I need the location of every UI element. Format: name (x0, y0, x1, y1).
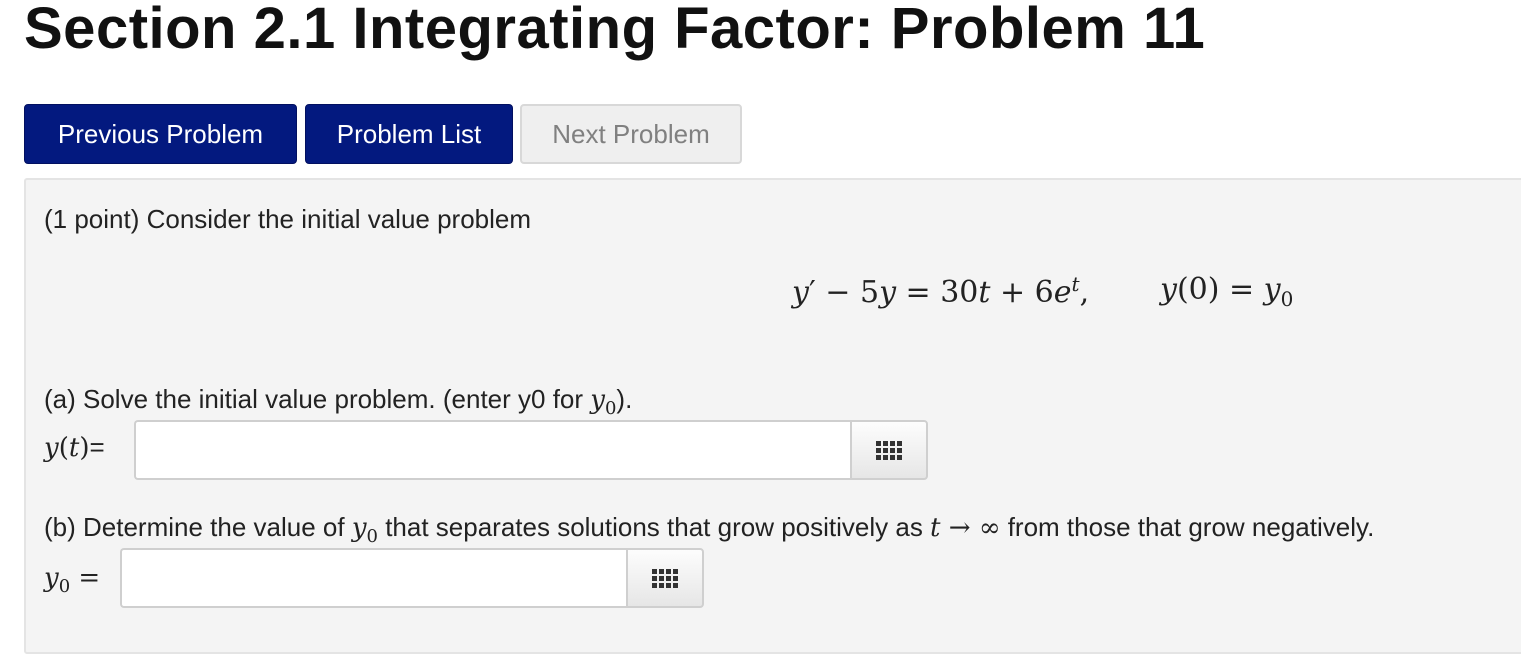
eq-t-sup: t (1071, 272, 1080, 296)
eq-plus: + 6 (990, 275, 1054, 310)
eq-t: t (978, 275, 991, 310)
eq-minus: − 5 (815, 275, 880, 310)
ic-sub: 0 (1280, 287, 1294, 311)
part-a-prompt: (a) Solve the initial value problem. (en… (44, 384, 632, 419)
part-a-sub: 0 (604, 398, 617, 420)
equation-display: y′ − 5y = 30t + 6et, (792, 272, 1089, 310)
part-b-text-after: from those that grow negatively. (1000, 512, 1375, 542)
previous-problem-button[interactable]: Previous Problem (24, 104, 297, 164)
eq-prime: ′ (808, 275, 816, 310)
part-b-arrow: → ∞ (940, 513, 1001, 543)
next-problem-button: Next Problem (520, 104, 742, 164)
label-b-eq: = (70, 563, 101, 593)
eq-y: y (792, 275, 809, 310)
eq-comma: , (1079, 275, 1090, 310)
ic-y: y (1160, 272, 1177, 307)
label-a-y: y (44, 433, 59, 463)
grid-icon (652, 568, 678, 588)
problem-panel: (1 point) Consider the initial value pro… (24, 178, 1521, 654)
part-b-t: t (930, 513, 941, 543)
part-b-text: (b) Determine the value of (44, 512, 352, 542)
label-a-eq: = (89, 432, 105, 462)
answer-a-input[interactable] (134, 420, 852, 480)
eq-y2: y (879, 275, 897, 310)
label-a-t: t (68, 433, 80, 463)
page-title: Section 2.1 Integrating Factor: Problem … (24, 0, 1206, 61)
ic-y0: y (1263, 272, 1281, 307)
answer-b-input[interactable] (120, 548, 630, 608)
eq-e: e (1053, 275, 1072, 310)
label-b-sub: 0 (58, 576, 71, 598)
label-a-paren-open: ( (58, 433, 69, 463)
part-b-label: y0 = (44, 562, 100, 597)
grid-icon (876, 440, 902, 460)
part-b-prompt: (b) Determine the value of y0 that separ… (44, 512, 1374, 547)
part-a-label: y(t)= (44, 432, 105, 463)
eq-equals: = 30 (896, 275, 979, 310)
problem-list-button[interactable]: Problem List (305, 104, 513, 164)
part-a-var: y (590, 385, 605, 415)
label-b-y: y (44, 563, 59, 593)
equation-palette-button-a[interactable] (850, 420, 928, 480)
part-b-var: y (351, 513, 367, 543)
part-a-text: (a) Solve the initial value problem. (en… (44, 384, 591, 414)
initial-condition: y(0) = y0 (1160, 272, 1293, 311)
part-a-text-after: ). (616, 384, 633, 414)
part-b-sub: 0 (366, 526, 378, 548)
part-b-text-mid: that separates solutions that grow posit… (377, 512, 931, 542)
problem-intro: (1 point) Consider the initial value pro… (44, 204, 532, 234)
equation-palette-button-b[interactable] (626, 548, 704, 608)
ic-arg: (0) = (1176, 272, 1264, 307)
label-a-paren-close: ) (79, 433, 90, 463)
